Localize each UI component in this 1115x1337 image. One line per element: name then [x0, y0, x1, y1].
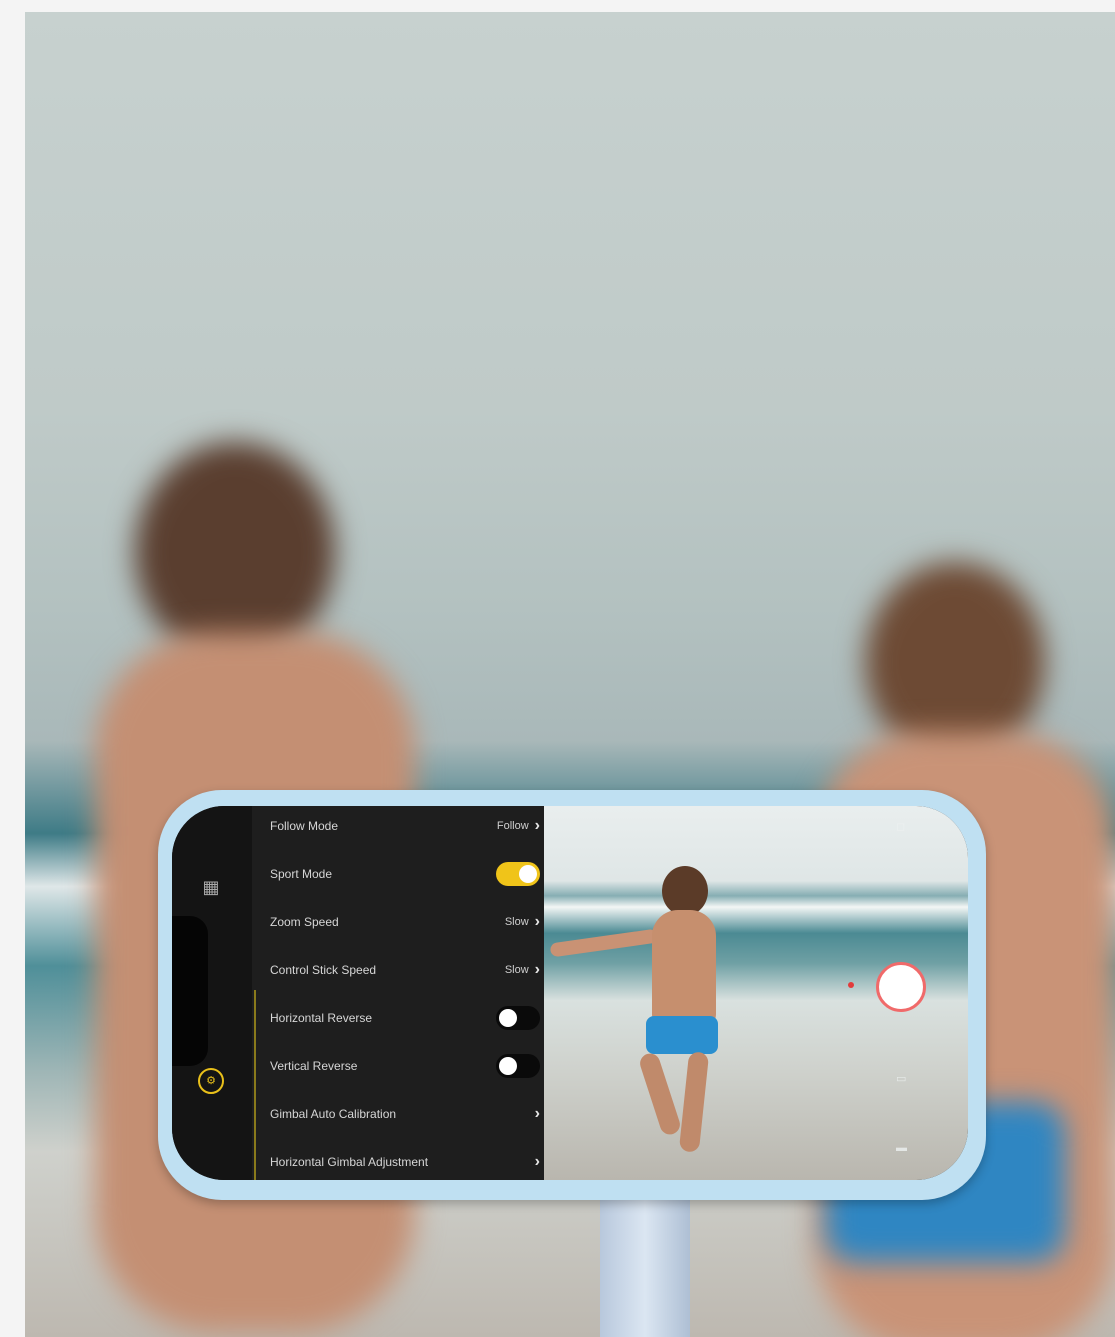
settings-row-zoom-speed[interactable]: Zoom Speed Slow › [270, 910, 540, 934]
settings-menu: Follow Mode Follow › Sport Mode Zoom Spee… [252, 806, 544, 1180]
follow-mode-value: Follow [496, 820, 529, 832]
zoom-speed-value: Slow [504, 916, 529, 928]
settings-row-sport-mode: Sport Mode [270, 862, 540, 886]
camera-notch [172, 916, 208, 1066]
mode-icon[interactable]: ▭ [896, 1072, 906, 1085]
control-stick-speed-label: Control Stick Speed [270, 963, 377, 977]
settings-row-gimbal-auto-calibration[interactable]: Gimbal Auto Calibration › [270, 1102, 540, 1126]
sport-mode-label: Sport Mode [270, 867, 333, 881]
horizontal-gimbal-adjustment-label: Horizontal Gimbal Adjustment [270, 1155, 429, 1169]
chevron-right-icon: › [534, 1153, 540, 1170]
sport-mode-toggle[interactable] [496, 862, 540, 886]
phone-device: ▦ ⚙ Follow Mode Follow › Sport Mode Zoom … [158, 790, 986, 1200]
settings-row-horizontal-reverse: Horizontal Reverse [270, 1006, 540, 1030]
camera-switch-icon[interactable]: ◻ [896, 820, 905, 833]
gallery-icon[interactable]: ▬ [896, 1142, 907, 1154]
chevron-right-icon: › [534, 1105, 540, 1122]
zoom-speed-label: Zoom Speed [270, 915, 339, 929]
record-button[interactable] [876, 962, 926, 1012]
chevron-right-icon: › [534, 961, 540, 978]
camera-preview: ◻ ▭ ▬ [544, 806, 968, 1180]
vertical-reverse-toggle[interactable] [496, 1054, 540, 1078]
gimbal-stand [600, 1200, 690, 1337]
blurred-child-left [135, 442, 335, 662]
gimbal-auto-calibration-label: Gimbal Auto Calibration [270, 1107, 397, 1121]
chevron-right-icon: › [534, 913, 540, 930]
follow-mode-label: Follow Mode [270, 819, 339, 833]
settings-row-vertical-reverse: Vertical Reverse [270, 1054, 540, 1078]
horizontal-reverse-label: Horizontal Reverse [270, 1011, 373, 1025]
phone-screen: ▦ ⚙ Follow Mode Follow › Sport Mode Zoom … [172, 806, 968, 1180]
active-section-indicator [254, 990, 256, 1180]
grid-icon[interactable]: ▦ [202, 876, 220, 898]
control-stick-speed-value: Slow [504, 964, 529, 976]
settings-row-follow-mode[interactable]: Follow Mode Follow › [270, 814, 540, 838]
record-indicator-dot [848, 982, 854, 988]
chevron-right-icon: › [534, 817, 540, 834]
preview-child-figure [549, 866, 744, 1166]
gear-icon[interactable]: ⚙ [198, 1068, 224, 1094]
vertical-reverse-label: Vertical Reverse [270, 1059, 358, 1073]
horizontal-reverse-toggle[interactable] [496, 1006, 540, 1030]
settings-row-control-stick-speed[interactable]: Control Stick Speed Slow › [270, 958, 540, 982]
settings-row-horizontal-gimbal-adjustment[interactable]: Horizontal Gimbal Adjustment › [270, 1150, 540, 1174]
app-sidebar: ▦ ⚙ [172, 806, 252, 1180]
